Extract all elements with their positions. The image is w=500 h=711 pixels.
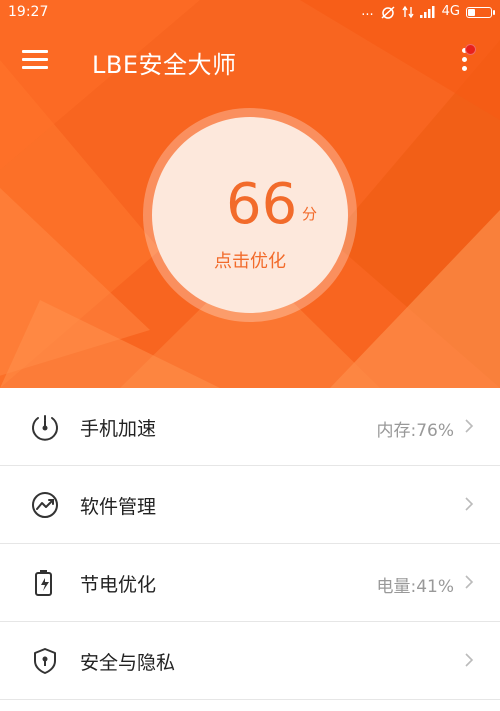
feature-row-security[interactable]: 安全与隐私	[0, 622, 500, 700]
feature-label: 软件管理	[80, 496, 157, 518]
feature-row-software[interactable]: 软件管理	[0, 466, 500, 544]
score-unit: 分	[302, 205, 318, 223]
header-hero: 19:27 ... 4G LBE安全大师 66 分 点击优化	[0, 0, 500, 388]
feature-row-battery[interactable]: 节电优化 电量:41%	[0, 544, 500, 622]
alarm-off-icon	[381, 6, 395, 19]
battery-charging-icon	[35, 570, 52, 596]
speedometer-icon	[32, 415, 58, 441]
hamburger-menu-icon[interactable]	[22, 50, 48, 72]
app-title: LBE安全大师	[92, 51, 237, 79]
shield-icon	[34, 648, 56, 674]
feature-value: 内存:76%	[376, 421, 454, 441]
feature-label: 手机加速	[80, 418, 157, 440]
chevron-right-icon	[465, 419, 474, 433]
battery-icon	[466, 6, 495, 18]
more-dots: ...	[361, 4, 374, 19]
network-type: 4G	[441, 4, 460, 19]
score-optimize-button[interactable]: 66 分 点击优化	[143, 108, 357, 322]
notification-dot	[465, 44, 476, 55]
chevron-right-icon	[465, 497, 474, 511]
status-bar: 19:27 ... 4G	[0, 0, 500, 26]
chevron-right-icon	[465, 653, 474, 667]
status-time: 19:27	[8, 4, 49, 20]
optimize-action-label: 点击优化	[214, 251, 286, 272]
software-manage-icon	[32, 492, 58, 518]
feature-list: 手机加速 内存:76% 软件管理 节电优化 电量:41% 安全与隐私	[0, 388, 500, 700]
score-circle: 66 分 点击优化	[152, 117, 348, 313]
data-transfer-icon	[402, 5, 414, 19]
feature-label: 节电优化	[80, 574, 157, 596]
feature-label: 安全与隐私	[80, 652, 176, 674]
feature-value: 电量:41%	[376, 577, 454, 597]
signal-icon	[419, 6, 435, 18]
feature-row-speedup[interactable]: 手机加速 内存:76%	[0, 388, 500, 466]
status-icons: ... 4G	[361, 4, 495, 20]
chevron-right-icon	[465, 575, 474, 589]
